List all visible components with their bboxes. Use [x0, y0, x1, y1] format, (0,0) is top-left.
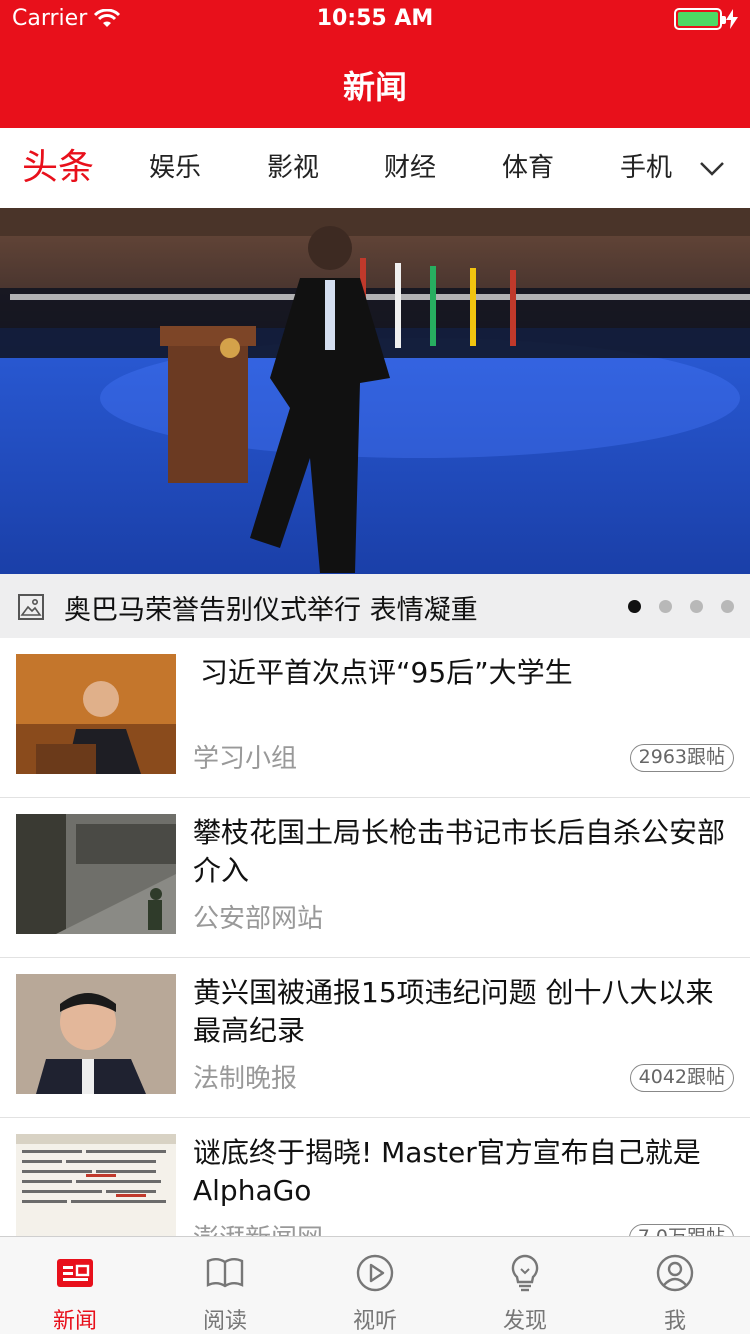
headline: 攀枝花国土局长枪击书记市长后自杀公安部介入: [193, 816, 726, 887]
headline: 黄兴国被通报15项违纪问题 创十八大以来最高纪录: [193, 976, 714, 1047]
tabbar-label: 发现: [502, 1309, 547, 1334]
status-bar: Carrier 10:55 AM: [0, 0, 750, 40]
play-icon: [356, 1254, 394, 1292]
thumbnail: [16, 814, 176, 934]
tabbar-label: 新闻: [52, 1309, 97, 1334]
tab-film[interactable]: 影视: [267, 128, 319, 208]
carousel-dot[interactable]: [690, 600, 703, 613]
tabbar-label: 阅读: [202, 1309, 247, 1334]
lightbulb-icon: [511, 1254, 539, 1292]
chevron-down-icon[interactable]: [698, 154, 726, 182]
tabbar-item-video[interactable]: 视听: [300, 1237, 450, 1334]
tabbar-item-discover[interactable]: 发现: [450, 1237, 600, 1334]
tabbar-item-read[interactable]: 阅读: [150, 1237, 300, 1334]
list-item[interactable]: 黄兴国被通报15项违纪问题 创十八大以来最高纪录 法制晚报 4042跟帖: [0, 958, 750, 1118]
thumbnail: [16, 974, 176, 1094]
comment-count-badge: 2963跟帖: [629, 744, 734, 772]
top-bar: Carrier 10:55 AM 新闻: [0, 0, 750, 128]
tabbar-item-me[interactable]: 我: [600, 1237, 750, 1334]
carousel-dots: [628, 600, 734, 613]
news-icon: [57, 1259, 93, 1287]
page-title: 新闻: [342, 68, 407, 106]
tab-entertainment[interactable]: 娱乐: [149, 128, 201, 208]
tab-headlines[interactable]: 头条: [22, 128, 94, 208]
carousel-dot[interactable]: [721, 600, 734, 613]
charging-bolt-icon: [726, 9, 738, 29]
tab-mobile[interactable]: 手机: [620, 128, 672, 208]
comment-count-badge: 4042跟帖: [629, 1064, 734, 1092]
tab-sports[interactable]: 体育: [502, 128, 554, 208]
list-item[interactable]: 习近平首次点评“95后”大学生 学习小组 2963跟帖: [0, 638, 750, 798]
headline: 谜底终于揭晓! Master官方宣布自己就是AlphaGo: [193, 1136, 701, 1207]
battery-indicator: [674, 8, 738, 30]
hero-image[interactable]: [0, 208, 750, 574]
list-item[interactable]: 攀枝花国土局长枪击书记市长后自杀公安部介入 公安部网站: [0, 798, 750, 958]
battery-icon: [674, 8, 726, 30]
category-tab-bar: 头条 娱乐 影视 财经 体育 手机: [0, 128, 750, 208]
hero-caption-bar[interactable]: 奥巴马荣誉告别仪式举行 表情凝重: [0, 574, 750, 638]
book-icon: [206, 1258, 244, 1288]
carousel-dot[interactable]: [628, 600, 641, 613]
hero-caption: 奥巴马荣誉告别仪式举行 表情凝重: [64, 595, 478, 626]
photo-icon: [18, 594, 44, 620]
source: 学习小组: [193, 744, 298, 774]
carousel-dot[interactable]: [659, 600, 672, 613]
hero-photo: [0, 208, 750, 574]
headline: 习近平首次点评“95后”大学生: [200, 656, 573, 689]
profile-icon: [656, 1254, 694, 1292]
tab-finance[interactable]: 财经: [384, 128, 436, 208]
thumbnail: [16, 654, 176, 774]
status-time: 10:55 AM: [316, 6, 434, 31]
tabbar-label: 视听: [352, 1309, 397, 1334]
tabbar-label: 我: [663, 1309, 686, 1334]
bottom-tab-bar: 新闻 阅读 视听 发现 我: [0, 1236, 750, 1334]
source: 法制晚报: [193, 1064, 298, 1094]
source: 公安部网站: [193, 904, 324, 934]
tabbar-item-news[interactable]: 新闻: [0, 1237, 150, 1334]
